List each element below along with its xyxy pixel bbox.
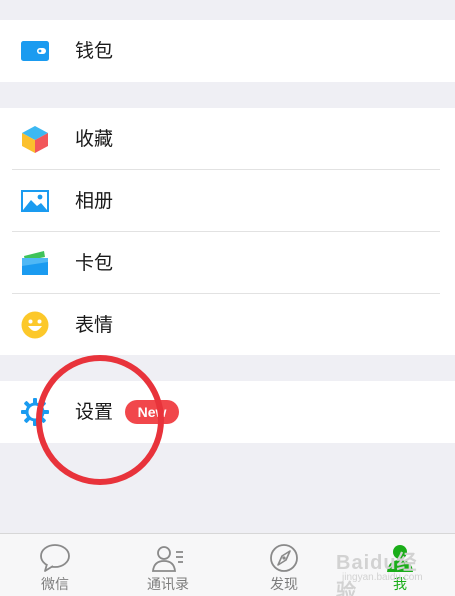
stickers-row[interactable]: 表情 (0, 294, 455, 356)
contacts-icon (152, 546, 183, 572)
settings-group: 设置 New (0, 381, 455, 443)
cube-icon (22, 126, 48, 153)
gear-icon (21, 398, 49, 426)
new-badge: New (125, 400, 179, 424)
chat-bubble-icon (40, 544, 70, 572)
cards-label: 卡包 (75, 252, 114, 274)
album-row[interactable]: 相册 (0, 170, 455, 232)
tab-contacts[interactable]: 通讯录 (113, 534, 223, 596)
stickers-label: 表情 (75, 314, 114, 336)
wallet-group: 钱包 (0, 20, 455, 82)
tab-chats-label: 微信 (41, 577, 69, 593)
album-label: 相册 (75, 190, 114, 212)
watermark-url: jingyan.baidu.com (342, 572, 423, 583)
wallet-label: 钱包 (75, 40, 114, 62)
watermark: Baidu经验 jingyan.baidu.com (332, 540, 432, 596)
tab-chats[interactable]: 微信 (0, 534, 110, 596)
tab-discover-label: 发现 (270, 577, 298, 593)
smiley-icon (21, 311, 49, 339)
wallet-icon (21, 41, 49, 61)
favorites-row[interactable]: 收藏 (0, 108, 455, 170)
settings-label: 设置 (75, 401, 114, 423)
tab-contacts-label: 通讯录 (147, 577, 189, 593)
watermark-title: Baidu经验 (336, 552, 418, 596)
tab-discover[interactable]: 发现 (229, 534, 339, 596)
wallet-row[interactable]: 钱包 (0, 20, 455, 82)
settings-row[interactable]: 设置 New (0, 381, 455, 443)
cards-row[interactable]: 卡包 (0, 232, 455, 294)
card-holder-icon (22, 251, 48, 275)
favorites-label: 收藏 (75, 128, 114, 150)
image-icon (21, 190, 49, 212)
compass-icon (270, 544, 298, 572)
me-screen: 钱包 收藏 相册 卡包 表情 设置 New 微信 通讯录 发现 我 Baidu经… (0, 0, 455, 596)
features-group: 收藏 相册 卡包 表情 (0, 108, 455, 355)
